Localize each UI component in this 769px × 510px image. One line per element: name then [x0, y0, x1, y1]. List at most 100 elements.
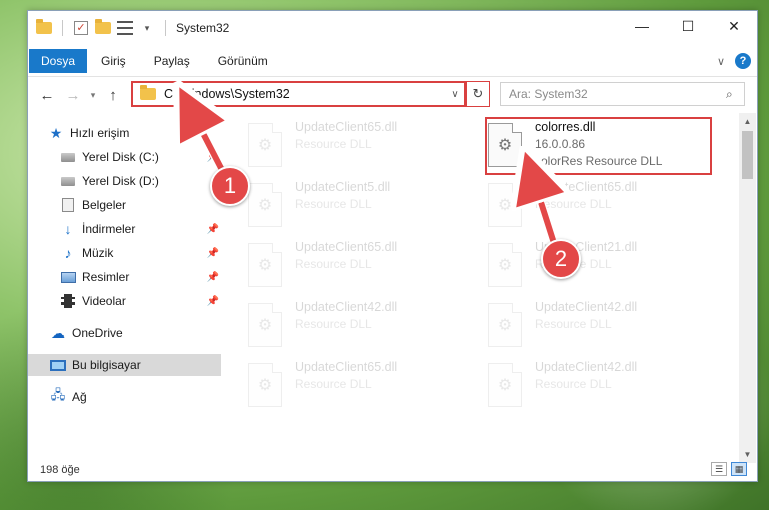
help-icon[interactable]: ? [735, 53, 751, 69]
search-box[interactable]: ⌕ [500, 82, 745, 106]
file-description: Resource DLL [295, 197, 372, 211]
recent-locations-chevron-icon[interactable]: ▾ [86, 82, 100, 108]
file-name: UpdateClient42.dll [295, 300, 398, 314]
file-item[interactable]: ⚙ UpdateClient5.dll Resource DLL [248, 179, 478, 235]
videos-icon [60, 293, 76, 309]
divider [62, 20, 63, 36]
file-item[interactable]: ⚙ UpdateClient65.dll Resource DLL [248, 359, 478, 415]
file-explorer-window: ✓ ▾ System32 — ☐ ✕ Dosya Giriş Paylaş Gö… [27, 10, 758, 482]
sidebar-item-videos[interactable]: Videolar 📌 [28, 290, 221, 312]
pin-icon[interactable]: 📌 [207, 224, 219, 235]
scrollbar-thumb[interactable] [742, 131, 753, 179]
file-name: UpdateClient65.dll [295, 240, 398, 254]
address-path[interactable]: C:\Windows\System32 [164, 87, 446, 101]
sidebar-item-label: Yerel Disk (D:) [82, 174, 159, 188]
dll-file-icon: ⚙ [488, 183, 522, 227]
file-list: ⚙ UpdateClient65.dll Resource DLL ⚙ colo… [238, 113, 738, 453]
quick-access-toolbar: ✓ ▾ System32 [28, 19, 229, 36]
pin-icon[interactable]: 📌 [207, 272, 219, 283]
star-icon: ★ [49, 124, 63, 141]
sidebar-item-music[interactable]: ♪ Müzik 📌 [28, 242, 221, 264]
step-2-callout: 2 [541, 239, 581, 279]
dll-file-icon: ⚙ [488, 363, 522, 407]
sidebar-item-local-disk-c[interactable]: Yerel Disk (C:) 📌 [28, 146, 221, 168]
search-input[interactable] [509, 87, 726, 101]
file-item[interactable]: ⚙ UpdateClient65.dll Resource DLL [488, 179, 718, 235]
dll-file-icon: ⚙ [248, 363, 282, 407]
sidebar-item-label: İndirmeler [82, 222, 136, 236]
sidebar-item-onedrive[interactable]: ☁ OneDrive [28, 322, 221, 344]
tab-view[interactable]: Görünüm [204, 49, 282, 73]
navigation-pane: ★ Hızlı erişim Yerel Disk (C:) 📌 Yerel D… [28, 113, 221, 449]
scroll-up-arrow-icon[interactable]: ▲ [739, 113, 756, 130]
file-name: UpdateClient42.dll [535, 300, 638, 314]
window-controls: — ☐ ✕ [619, 11, 757, 41]
tiles-view-icon[interactable]: ▦ [731, 462, 747, 476]
dll-file-icon: ⚙ [488, 243, 522, 287]
customize-toolbar-chevron-icon[interactable]: ▾ [139, 20, 155, 36]
vertical-scrollbar[interactable]: ▲ ▼ [739, 113, 756, 463]
sidebar-item-downloads[interactable]: ↓ İndirmeler 📌 [28, 218, 221, 240]
file-description: Resource DLL [535, 377, 612, 391]
step-1-callout: 1 [210, 166, 250, 206]
refresh-icon[interactable]: ↻ [466, 81, 490, 107]
sidebar-item-label: Videolar [82, 294, 126, 308]
sidebar-item-documents[interactable]: Belgeler [28, 194, 221, 216]
dll-file-icon: ⚙ [248, 243, 282, 287]
file-description: Resource DLL [295, 317, 372, 331]
details-view-icon[interactable]: ☰ [711, 462, 727, 476]
file-name: UpdateClient5.dll [295, 180, 391, 194]
tab-home[interactable]: Giriş [87, 49, 140, 73]
properties-check-icon[interactable]: ✓ [73, 20, 89, 36]
title-bar: ✓ ▾ System32 — ☐ ✕ [28, 11, 757, 45]
sidebar-item-label: Resimler [82, 270, 130, 284]
file-item[interactable]: ⚙ UpdateClient42.dll Resource DLL [488, 299, 718, 355]
navigation-bar: ← → ▾ ↑ C:\Windows\System32 ∨ ↻ ⌕ [28, 77, 757, 113]
folder-icon [140, 85, 156, 100]
file-item[interactable]: ⚙ UpdateClient65.dll Resource DLL [248, 119, 478, 175]
sidebar-item-network[interactable]: 🖧 Ağ [28, 386, 221, 408]
sidebar-item-label: Hızlı erişim [70, 126, 130, 140]
properties-icon[interactable] [117, 20, 133, 36]
file-description: Resource DLL [295, 257, 372, 271]
tab-share[interactable]: Paylaş [140, 49, 204, 73]
address-dropdown-chevron-icon[interactable]: ∨ [446, 89, 464, 100]
sidebar-item-label: Yerel Disk (C:) [82, 150, 159, 164]
back-arrow-icon[interactable]: ← [34, 82, 60, 108]
forward-arrow-icon[interactable]: → [60, 82, 86, 108]
disk-icon [60, 173, 76, 189]
search-icon[interactable]: ⌕ [726, 87, 744, 102]
sidebar-item-label: OneDrive [72, 326, 123, 340]
expand-ribbon-chevron-icon[interactable]: ∨ [717, 55, 725, 68]
ribbon-right-controls: ∨ ? [717, 53, 751, 69]
maximize-button[interactable]: ☐ [665, 11, 711, 41]
file-item[interactable]: ⚙ UpdateClient21.dll Resource DLL [488, 239, 718, 295]
pin-icon[interactable]: 📌 [207, 152, 219, 163]
tab-file[interactable]: Dosya [29, 48, 88, 73]
close-button[interactable]: ✕ [711, 11, 757, 41]
sidebar-item-label: Bu bilgisayar [72, 358, 141, 372]
file-item[interactable]: ⚙ UpdateClient42.dll Resource DLL [248, 299, 478, 355]
file-item[interactable]: ⚙ UpdateClient65.dll Resource DLL [248, 239, 478, 295]
pin-icon[interactable]: 📌 [207, 296, 219, 307]
file-description: Resource DLL [535, 197, 612, 211]
address-bar[interactable]: C:\Windows\System32 ∨ [131, 81, 466, 107]
sidebar-item-this-pc[interactable]: Bu bilgisayar [28, 354, 221, 376]
sidebar-item-quick-access[interactable]: ★ Hızlı erişim [28, 122, 221, 144]
minimize-button[interactable]: — [619, 11, 665, 41]
dll-file-icon: ⚙ [488, 303, 522, 347]
dll-file-icon: ⚙ [248, 123, 282, 167]
status-bar: 198 öğe ☰ ▦ [28, 459, 757, 481]
new-folder-icon[interactable] [95, 19, 111, 36]
documents-icon [60, 197, 76, 213]
item-count: 198 öğe [40, 464, 80, 476]
up-arrow-icon[interactable]: ↑ [100, 82, 126, 108]
sidebar-item-local-disk-d[interactable]: Yerel Disk (D:) [28, 170, 221, 192]
pictures-icon [60, 269, 76, 285]
file-item[interactable]: ⚙ UpdateClient42.dll Resource DLL [488, 359, 718, 415]
sidebar-item-pictures[interactable]: Resimler 📌 [28, 266, 221, 288]
cloud-icon: ☁ [51, 324, 65, 341]
pin-icon[interactable]: 📌 [207, 248, 219, 259]
highlight-box [485, 117, 712, 175]
folder-icon [36, 19, 52, 36]
